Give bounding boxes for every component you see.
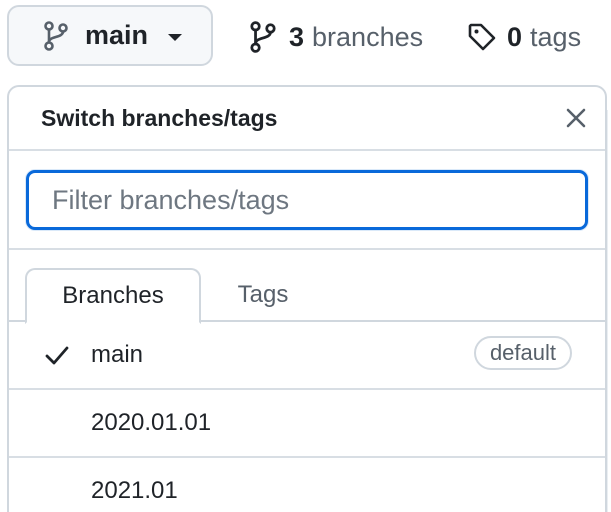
- tags-count: 0: [507, 21, 523, 52]
- current-branch-label: main: [85, 20, 149, 50]
- tags-link[interactable]: 0 tags: [467, 18, 581, 56]
- branches-count: 3: [289, 21, 305, 52]
- branch-tag-tabs: Branches Tags: [9, 250, 605, 324]
- filter-section: [9, 151, 605, 250]
- background-edge: [607, 110, 611, 512]
- dropdown-title: Switch branches/tags: [41, 105, 278, 131]
- close-icon[interactable]: [561, 103, 591, 133]
- branch-selector-button[interactable]: main: [7, 5, 213, 66]
- tag-icon: [467, 22, 497, 52]
- git-branch-icon: [43, 20, 69, 51]
- tab-tags[interactable]: Tags: [215, 268, 311, 322]
- branch-item[interactable]: 2020.01.01: [9, 390, 605, 458]
- branch-item-main[interactable]: main default: [9, 322, 605, 390]
- tags-label: tags: [530, 21, 582, 52]
- filter-branches-input[interactable]: [26, 170, 588, 230]
- branch-switcher-dropdown: Switch branches/tags Branches Tags main: [7, 85, 607, 512]
- dropdown-header: Switch branches/tags: [9, 87, 605, 151]
- default-badge: default: [473, 336, 572, 370]
- page-root: main 3 branches 0 tags Switch branches/t…: [0, 0, 611, 512]
- branch-name: 2021.01: [91, 477, 178, 504]
- branches-label: branches: [312, 21, 424, 52]
- git-branch-icon: [249, 21, 277, 53]
- branches-link[interactable]: 3 branches: [249, 18, 423, 56]
- caret-down-icon: [168, 33, 183, 41]
- check-icon: [43, 341, 71, 369]
- tab-branches[interactable]: Branches: [25, 268, 201, 324]
- branch-name: main: [91, 341, 144, 368]
- branch-name: 2020.01.01: [91, 409, 212, 436]
- branch-item[interactable]: 2021.01: [9, 458, 605, 512]
